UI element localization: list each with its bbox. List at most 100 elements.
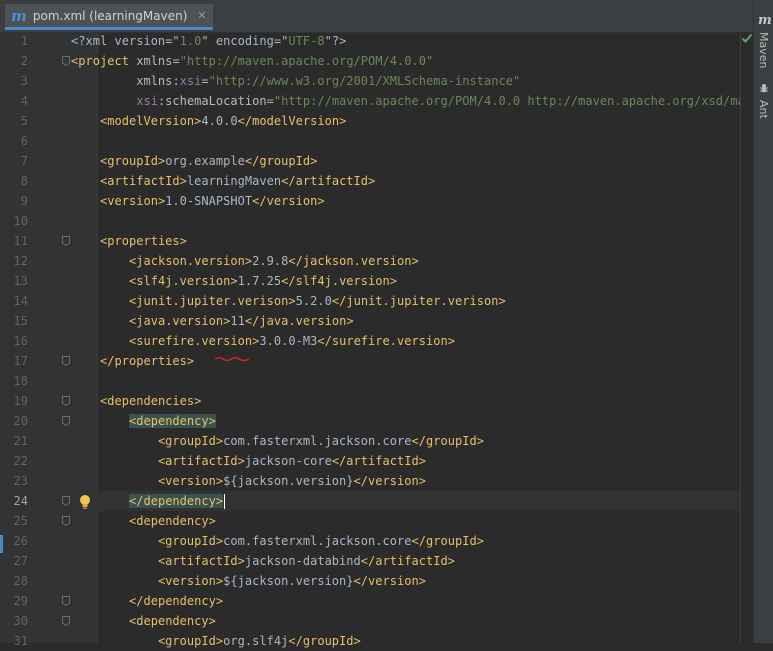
fold-marker-icon[interactable] [62, 496, 70, 507]
ant-icon [760, 84, 768, 93]
code-token: <version> [157, 574, 224, 588]
code-line[interactable]: 1 <?xml version="1.0" encoding="UTF-8"?> [0, 31, 753, 51]
code-text: <surefire.version>3.0.0-M3</surefire.ver… [71, 331, 455, 351]
code-line[interactable]: 2 <project xmlns="http://maven.apache.org… [0, 51, 753, 71]
fold-marker-icon[interactable] [62, 396, 70, 407]
code-token: <slf4j.version> [128, 274, 238, 288]
code-token: <version> [99, 194, 166, 208]
line-number: 28 [13, 574, 28, 588]
code-editor[interactable]: 1 <?xml version="1.0" encoding="UTF-8"?> 2… [0, 31, 773, 648]
code-token: xsi [179, 74, 202, 88]
code-token: 1.7.25 [237, 274, 282, 288]
lightbulb-icon[interactable] [78, 494, 92, 510]
maven-icon: m [758, 13, 772, 28]
code-line[interactable]: 10 [0, 211, 753, 231]
fold-marker-icon[interactable] [62, 516, 70, 527]
code-line[interactable]: 31 <groupId>org.slf4j</groupId> [0, 631, 753, 651]
code-line[interactable]: 25 <dependency> [0, 511, 753, 531]
code-token: 1.0 [179, 34, 202, 48]
ant-tool-button[interactable]: Ant [757, 100, 770, 119]
line-number: 8 [20, 174, 28, 188]
line-number: 30 [13, 614, 28, 628]
code-line[interactable]: 12 <jackson.version>2.9.8</jackson.versi… [0, 251, 753, 271]
close-icon[interactable]: ✕ [197, 9, 206, 22]
code-line[interactable]: 15 <java.version>11</java.version> [0, 311, 753, 331]
code-line[interactable]: 11 <properties> [0, 231, 753, 251]
code-line[interactable]: 18 [0, 371, 753, 391]
code-line[interactable]: 14 <junit.jupiter.verison>5.2.0</junit.j… [0, 291, 753, 311]
line-number: 2 [20, 54, 28, 68]
code-line[interactable]: 7 <groupId>org.example</groupId> [0, 151, 753, 171]
code-token: 5.2.0 [295, 294, 332, 308]
code-token: "http://maven.apache.org/POM/4.0.0 http:… [273, 94, 773, 108]
code-line[interactable]: 4 xsi:schemaLocation="http://maven.apach… [0, 91, 773, 111]
fold-marker-icon[interactable] [62, 416, 70, 427]
code-line[interactable]: 22 <artifactId>jackson-core</artifactId> [0, 451, 753, 471]
code-token: <groupId> [157, 534, 224, 548]
line-number: 11 [13, 234, 28, 248]
code-text: <project xmlns="http://maven.apache.org/… [71, 51, 433, 71]
code-line[interactable]: 21 <groupId>com.fasterxml.jackson.core</… [0, 431, 753, 451]
line-number: 14 [13, 294, 28, 308]
line-number: 23 [13, 474, 28, 488]
code-text: <jackson.version>2.9.8</jackson.version> [71, 251, 419, 271]
code-line[interactable]: 19 <dependencies> [0, 391, 753, 411]
code-token: <java.version> [128, 314, 231, 328]
code-text: </dependency> [71, 591, 223, 611]
code-line[interactable]: 29 </dependency> [0, 591, 753, 611]
code-line[interactable]: 9 <version>1.0-SNAPSHOT</version> [0, 191, 753, 211]
code-token: "?> [324, 34, 347, 48]
fold-marker-icon[interactable] [62, 56, 70, 67]
code-line[interactable]: 24 </dependency> [0, 491, 753, 511]
code-line[interactable]: 16 <surefire.version>3.0.0-M3</surefire.… [0, 331, 753, 351]
code-text: <artifactId>jackson-core</artifactId> [71, 451, 426, 471]
code-text: </properties> [71, 351, 194, 371]
code-line[interactable]: 17 </properties> [0, 351, 753, 371]
code-line[interactable]: 27 <artifactId>jackson-databind</artifac… [0, 551, 753, 571]
error-stripe[interactable] [740, 33, 754, 643]
code-line[interactable]: 28 <version>${jackson.version}</version> [0, 571, 753, 591]
code-token: 3.0.0-M3 [259, 334, 318, 348]
code-line[interactable]: 5 <modelVersion>4.0.0</modelVersion> [0, 111, 753, 131]
code-text: </dependency> [71, 491, 226, 511]
line-number: 15 [13, 314, 28, 328]
code-line[interactable]: 26 <groupId>com.fasterxml.jackson.core</… [0, 531, 753, 551]
code-line[interactable]: 8 <artifactId>learningMaven</artifactId> [0, 171, 753, 191]
code-token: ${jackson.version} [223, 574, 354, 588]
code-line[interactable]: 6 [0, 131, 753, 151]
code-line[interactable]: 23 <version>${jackson.version}</version> [0, 471, 753, 491]
text-caret [224, 494, 226, 509]
fold-marker-icon[interactable] [62, 236, 70, 247]
code-line[interactable]: 13 <slf4j.version>1.7.25</slf4j.version> [0, 271, 753, 291]
tab-pom-xml[interactable]: m pom.xml (learningMaven) ✕ [5, 4, 213, 30]
code-text: xsi:schemaLocation="http://maven.apache.… [71, 91, 773, 111]
fold-marker-icon[interactable] [62, 616, 70, 627]
line-number: 27 [13, 554, 28, 568]
maven-tool-button[interactable]: Maven [757, 32, 770, 68]
code-token: <artifactId> [157, 554, 245, 568]
maven-file-icon: m [11, 6, 27, 25]
code-token: </artifactId> [331, 454, 426, 468]
fold-marker-icon[interactable] [62, 596, 70, 607]
code-token: <groupId> [157, 434, 224, 448]
fold-marker-icon[interactable] [62, 356, 70, 367]
code-line[interactable]: 30 <dependency> [0, 611, 753, 631]
code-line[interactable]: 3 xmlns:xsi="http://www.w3.org/2001/XMLS… [0, 71, 753, 91]
code-token: jackson-core [244, 454, 332, 468]
editor-tab-bar: m pom.xml (learningMaven) ✕ [0, 0, 753, 33]
code-text: <dependency> [71, 511, 216, 531]
line-number: 10 [13, 214, 28, 228]
code-line[interactable]: 20 <dependency> [0, 411, 753, 431]
code-token: </dependency> [128, 594, 224, 608]
